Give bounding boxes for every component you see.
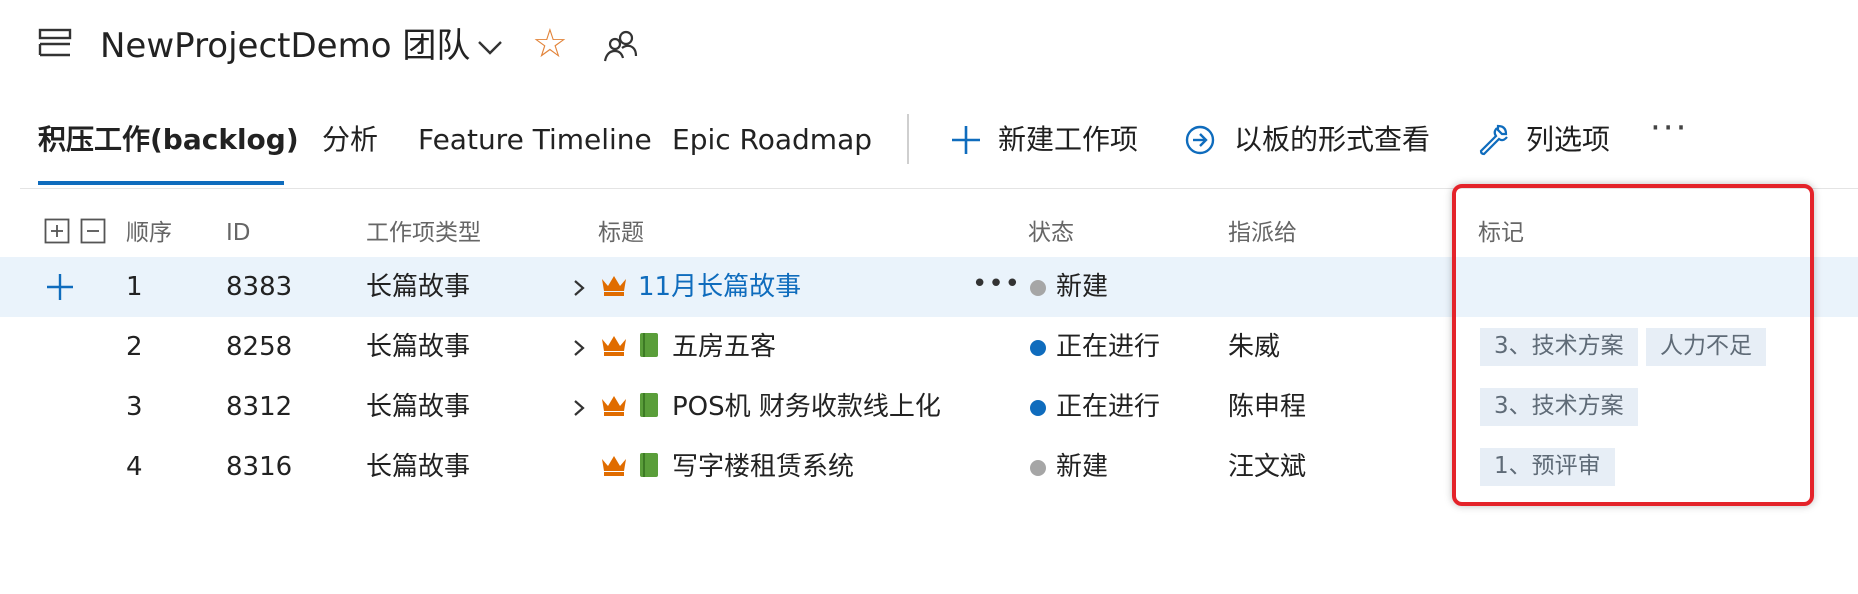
row-id: 8316 (226, 452, 293, 482)
column-header-id[interactable]: ID (226, 216, 251, 250)
active-tab-indicator (38, 181, 284, 185)
row-type: 长篇故事 (366, 452, 471, 482)
book-icon (640, 333, 658, 357)
toolbar-divider (907, 114, 909, 164)
view-as-board-button[interactable]: 以板的形式查看 (1184, 118, 1444, 162)
tab-feature-timeline[interactable]: Feature Timeline (418, 118, 652, 162)
row-id: 8383 (226, 272, 293, 302)
team-title[interactable]: NewProjectDemo 团队 (100, 24, 470, 68)
row-type: 长篇故事 (366, 392, 471, 422)
tab-epic-roadmap[interactable]: Epic Roadmap (672, 118, 872, 162)
state-dot (1030, 280, 1046, 296)
wrench-icon (1479, 124, 1508, 156)
row-type: 长篇故事 (366, 332, 471, 362)
row-title-link[interactable]: 写字楼租赁系统 (672, 447, 854, 487)
column-options-label: 列选项 (1526, 123, 1611, 156)
state-dot (1030, 400, 1046, 416)
row-more-icon[interactable]: ••• (972, 269, 1021, 299)
column-options-button[interactable]: 列选项 (1476, 118, 1636, 162)
row-id: 8312 (226, 392, 293, 422)
row-order: 2 (126, 332, 143, 362)
column-header-type[interactable]: 工作项类型 (366, 216, 481, 250)
row-id: 8258 (226, 332, 293, 362)
new-work-item-label: 新建工作项 (998, 123, 1139, 156)
more-actions-button[interactable]: ··· (1650, 108, 1688, 148)
expand-all-icon[interactable] (44, 218, 70, 244)
chevron-right-icon[interactable] (572, 339, 586, 357)
row-assigned[interactable]: 朱威 (1228, 327, 1280, 367)
row-assigned[interactable]: 汪文斌 (1228, 447, 1306, 487)
epic-crown-icon (602, 456, 626, 476)
backlog-icon (38, 28, 72, 57)
column-header-title[interactable]: 标题 (598, 216, 644, 250)
row-type: 长篇故事 (366, 272, 471, 302)
row-state[interactable]: 新建 (1056, 447, 1108, 487)
row-order: 4 (126, 452, 143, 482)
chevron-down-icon[interactable] (475, 36, 505, 58)
view-as-board-label: 以板的形式查看 (1234, 123, 1431, 156)
tab-backlog[interactable]: 积压工作(backlog) (38, 118, 299, 162)
row-state[interactable]: 正在进行 (1056, 387, 1160, 427)
row-order: 1 (126, 272, 143, 302)
column-header-order[interactable]: 顺序 (126, 216, 172, 250)
state-dot (1030, 460, 1046, 476)
chevron-right-icon[interactable] (572, 279, 586, 297)
collapse-all-icon[interactable] (80, 218, 106, 244)
arrow-circle-right-icon (1185, 125, 1215, 155)
epic-crown-icon (602, 396, 626, 416)
row-title-link[interactable]: 五房五客 (672, 327, 776, 367)
add-child-icon[interactable] (44, 271, 76, 303)
column-header-state[interactable]: 状态 (1028, 216, 1074, 250)
row-assigned[interactable]: 陈申程 (1228, 387, 1306, 427)
team-members-icon[interactable] (602, 28, 638, 64)
state-dot (1030, 340, 1046, 356)
epic-crown-icon (602, 336, 626, 356)
book-icon (640, 453, 658, 477)
row-state[interactable]: 正在进行 (1056, 327, 1160, 367)
favorite-star-icon[interactable]: ☆ (532, 22, 568, 66)
tab-analytics[interactable]: 分析 (322, 118, 378, 162)
row-title-link[interactable]: 11月长篇故事 (638, 267, 801, 307)
tags-column-highlight (1452, 184, 1814, 506)
row-order: 3 (126, 392, 143, 422)
plus-icon (952, 126, 980, 154)
epic-crown-icon (602, 276, 626, 296)
new-work-item-button[interactable]: 新建工作项 (944, 118, 1184, 162)
chevron-right-icon[interactable] (572, 399, 586, 417)
row-title-link[interactable]: POS机 财务收款线上化 (672, 387, 941, 427)
book-icon (640, 393, 658, 417)
row-state[interactable]: 新建 (1056, 267, 1108, 307)
column-header-assigned[interactable]: 指派给 (1228, 216, 1297, 250)
